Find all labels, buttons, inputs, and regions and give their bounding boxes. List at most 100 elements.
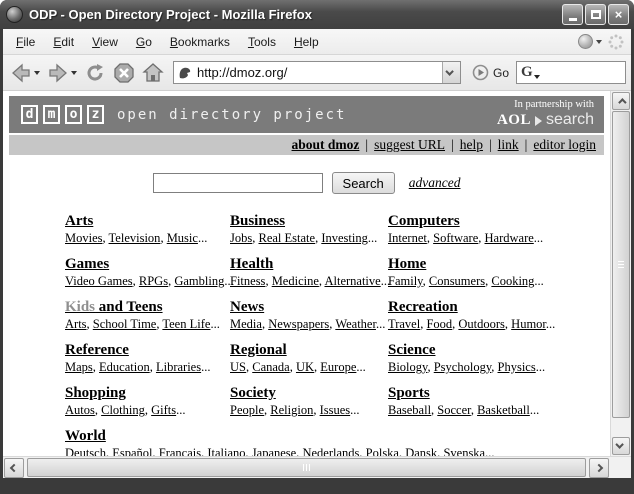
- subcategory-link[interactable]: Français: [159, 446, 201, 456]
- scroll-up-button[interactable]: [612, 92, 630, 110]
- horizontal-scroll-thumb[interactable]: [27, 458, 586, 477]
- category-title-link[interactable]: Kids and Teens: [65, 299, 163, 316]
- subcategory-link[interactable]: Dansk: [405, 446, 437, 456]
- search-input[interactable]: [153, 173, 323, 193]
- url-dropdown-button[interactable]: [442, 62, 460, 83]
- subcategory-link[interactable]: Deutsch: [65, 446, 106, 456]
- scroll-down-button[interactable]: [612, 437, 630, 455]
- category-title-link[interactable]: Games: [65, 256, 109, 273]
- menu-item-bookmarks[interactable]: Bookmarks: [161, 32, 239, 52]
- web-search-box[interactable]: G: [516, 61, 626, 84]
- subcategory-link[interactable]: Polska: [366, 446, 399, 456]
- home-button[interactable]: [140, 60, 166, 86]
- subcategory-link[interactable]: Television: [109, 231, 161, 245]
- category-title-link[interactable]: Recreation: [388, 299, 458, 316]
- search-engine-caret-icon[interactable]: [534, 75, 540, 79]
- subcategory-link[interactable]: US: [230, 360, 246, 374]
- subcategory-link[interactable]: Gifts: [151, 403, 176, 417]
- subcategory-link[interactable]: Japanese: [252, 446, 296, 456]
- stop-button[interactable]: [111, 60, 137, 86]
- subcategory-link[interactable]: Maps: [65, 360, 93, 374]
- back-button[interactable]: [8, 60, 42, 86]
- subcategory-link[interactable]: Nederlands: [302, 446, 359, 456]
- subcategory-link[interactable]: Movies: [65, 231, 103, 245]
- category-title-link[interactable]: World: [65, 428, 106, 445]
- subcategory-link[interactable]: Education: [99, 360, 150, 374]
- subcategory-link[interactable]: Libraries: [156, 360, 201, 374]
- subcategory-link[interactable]: Issues: [320, 403, 351, 417]
- category-title-link[interactable]: Society: [230, 385, 276, 402]
- subcategory-link[interactable]: Autos: [65, 403, 95, 417]
- subcategory-link[interactable]: Arts: [65, 317, 87, 331]
- forward-history-caret-icon[interactable]: [71, 71, 77, 75]
- vertical-scroll-thumb[interactable]: [612, 111, 630, 418]
- subcategory-link[interactable]: Basketball: [477, 403, 530, 417]
- subcategory-link[interactable]: Cooking: [491, 274, 534, 288]
- horizontal-scroll-track[interactable]: [25, 457, 588, 478]
- menu-item-edit[interactable]: Edit: [44, 32, 83, 52]
- subcategory-link[interactable]: Family: [388, 274, 423, 288]
- subcategory-link[interactable]: People: [230, 403, 264, 417]
- subcategory-link[interactable]: Investing: [321, 231, 368, 245]
- category-title-link[interactable]: Home: [388, 256, 426, 273]
- subcategory-link[interactable]: Alternative: [324, 274, 380, 288]
- menu-item-view[interactable]: View: [83, 32, 127, 52]
- back-history-caret-icon[interactable]: [34, 71, 40, 75]
- category-title-link[interactable]: Regional: [230, 342, 287, 359]
- subcategory-link[interactable]: School Time: [93, 317, 157, 331]
- category-title-link[interactable]: Computers: [388, 213, 460, 230]
- subcategory-link[interactable]: Canada: [252, 360, 289, 374]
- horizontal-scrollbar[interactable]: [3, 456, 631, 478]
- nav-link-editor-login[interactable]: editor login: [533, 137, 596, 152]
- nav-link-help[interactable]: help: [460, 137, 483, 152]
- subcategory-link[interactable]: Baseball: [388, 403, 431, 417]
- subcategory-link[interactable]: Psychology: [434, 360, 492, 374]
- subcategory-link[interactable]: Italiano: [207, 446, 245, 456]
- nav-link-suggest-url[interactable]: suggest URL: [374, 137, 445, 152]
- subcategory-link[interactable]: Internet: [388, 231, 427, 245]
- scroll-right-button[interactable]: [589, 458, 609, 478]
- category-title-link[interactable]: News: [230, 299, 264, 316]
- dmoz-logo[interactable]: dmoz open directory project: [21, 105, 346, 124]
- subcategory-link[interactable]: Consumers: [429, 274, 485, 288]
- subcategory-link[interactable]: Media: [230, 317, 262, 331]
- subcategory-link[interactable]: Fitness: [230, 274, 265, 288]
- minimize-button[interactable]: [562, 4, 583, 25]
- subcategory-link[interactable]: UK: [296, 360, 314, 374]
- subcategory-link[interactable]: Outdoors: [458, 317, 505, 331]
- subcategory-link[interactable]: Hardware: [485, 231, 534, 245]
- maximize-button[interactable]: [585, 4, 606, 25]
- close-button[interactable]: ×: [608, 4, 629, 25]
- subcategory-link[interactable]: Español: [112, 446, 152, 456]
- category-title-link[interactable]: Health: [230, 256, 273, 273]
- url-bar[interactable]: http://dmoz.org/: [173, 61, 461, 84]
- menu-item-tools[interactable]: Tools: [239, 32, 285, 52]
- vertical-scrollbar[interactable]: [610, 91, 631, 456]
- url-input[interactable]: http://dmoz.org/: [197, 65, 442, 80]
- search-button[interactable]: Search: [332, 172, 395, 194]
- subcategory-link[interactable]: Clothing: [101, 403, 145, 417]
- subcategory-link[interactable]: Humor: [511, 317, 546, 331]
- forward-button[interactable]: [45, 60, 79, 86]
- title-bar[interactable]: ODP - Open Directory Project - Mozilla F…: [0, 0, 634, 29]
- advanced-search-link[interactable]: advanced: [409, 175, 461, 190]
- subcategory-link[interactable]: Europe: [320, 360, 356, 374]
- subcategory-link[interactable]: Food: [426, 317, 452, 331]
- subcategory-link[interactable]: Music: [167, 231, 198, 245]
- subcategory-link[interactable]: Biology: [388, 360, 427, 374]
- subcategory-link[interactable]: Real Estate: [258, 231, 315, 245]
- go-button[interactable]: Go: [468, 62, 513, 83]
- menu-item-go[interactable]: Go: [127, 32, 161, 52]
- subcategory-link[interactable]: Travel: [388, 317, 420, 331]
- subcategory-link[interactable]: Physics: [498, 360, 536, 374]
- category-title-link[interactable]: Reference: [65, 342, 129, 359]
- profile-menu-button[interactable]: [578, 34, 602, 49]
- subcategory-link[interactable]: Software: [433, 231, 478, 245]
- subcategory-link[interactable]: Teen Life: [162, 317, 210, 331]
- reload-button[interactable]: [82, 60, 108, 86]
- category-title-link[interactable]: Business: [230, 213, 285, 230]
- google-engine-icon[interactable]: G: [521, 64, 533, 81]
- nav-link-link[interactable]: link: [498, 137, 519, 152]
- menu-item-help[interactable]: Help: [285, 32, 328, 52]
- category-title-link[interactable]: Sports: [388, 385, 430, 402]
